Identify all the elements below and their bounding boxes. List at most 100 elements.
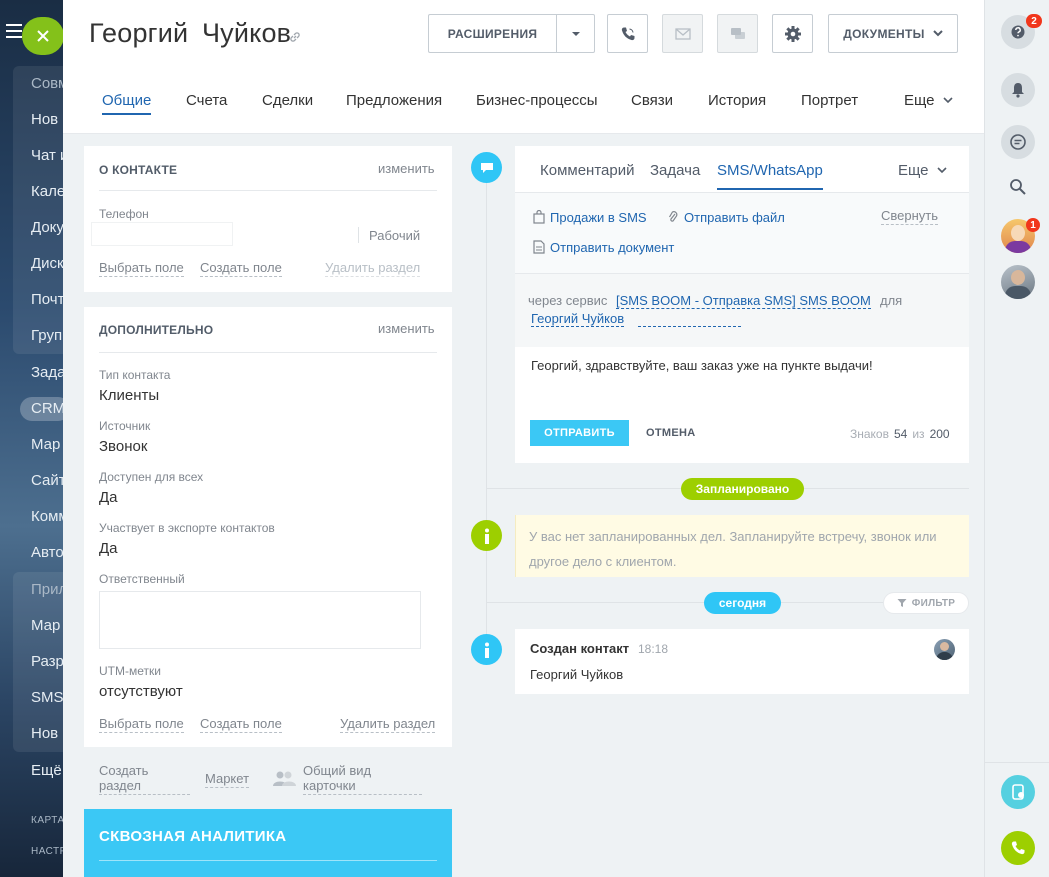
analytics-title: СКВОЗНАЯ АНАЛИТИКА (99, 828, 287, 845)
link-icon[interactable] (289, 31, 301, 43)
divider (358, 227, 359, 243)
send-file-link[interactable]: Отправить файл (684, 210, 785, 225)
menu-item[interactable]: Зада (31, 364, 63, 381)
tab-more[interactable]: Еще (904, 92, 953, 109)
editor-tab-comment[interactable]: Комментарий (540, 162, 634, 179)
menu-settings-link[interactable]: НАСТР (31, 846, 63, 857)
help-badge: 2 (1026, 14, 1042, 28)
extensions-button[interactable]: РАСШИРЕНИЯ (428, 14, 556, 53)
menu-item[interactable]: Нов (31, 725, 58, 742)
create-section-link[interactable]: Создать раздел (99, 763, 190, 795)
contact-avatar-2[interactable] (1001, 265, 1035, 299)
editor-tab-task[interactable]: Задача (650, 162, 700, 179)
event-author-avatar[interactable] (934, 639, 955, 660)
chat-button[interactable] (717, 14, 758, 53)
create-field-link[interactable]: Создать поле (200, 716, 282, 733)
menu-item[interactable]: Мар (31, 436, 60, 453)
editor-tab-sms[interactable]: SMS/WhatsApp (717, 162, 823, 190)
phone-value-field[interactable] (91, 222, 233, 246)
about-contact-edit-link[interactable]: изменить (378, 161, 435, 176)
tab-relations[interactable]: Связи (631, 92, 673, 109)
select-field-link[interactable]: Выбрать поле (99, 260, 184, 277)
char-counter-value: 54 (893, 427, 908, 441)
contact-name: Георгий Чуйков (89, 18, 292, 48)
menu-item[interactable]: Мар (31, 617, 60, 634)
burger-menu-icon[interactable] (6, 24, 22, 38)
tab-portrait[interactable]: Портрет (801, 92, 858, 109)
menu-item[interactable]: Разр (31, 653, 63, 670)
menu-item[interactable]: Почт (31, 291, 63, 308)
general-view-link[interactable]: Общий вид карточки (303, 763, 422, 795)
info-icon (484, 642, 489, 658)
menu-item[interactable]: Комм (31, 508, 63, 525)
market-link[interactable]: Маркет (205, 771, 250, 788)
tab-general[interactable]: Общие (102, 92, 152, 115)
collapse-link[interactable]: Свернуть (881, 208, 939, 225)
editor-tab-more-label: Еще (898, 162, 929, 179)
tab-invoices[interactable]: Счета (186, 92, 227, 109)
telephony-button[interactable] (1001, 831, 1035, 865)
cancel-button[interactable]: ОТМЕНА (646, 427, 695, 439)
menu-item[interactable]: Доку (31, 219, 63, 236)
utm-label: UTM-метки (99, 664, 161, 678)
sms-message-textarea[interactable]: Георгий, здравствуйте, ваш заказ уже на … (531, 358, 951, 373)
tab-deals[interactable]: Сделки (262, 92, 313, 109)
phone-type: Рабочий (369, 228, 421, 243)
menu-map-link[interactable]: КАРТА (31, 815, 63, 826)
filter-icon (897, 599, 907, 607)
documents-label: ДОКУМЕНТЫ (843, 26, 925, 41)
menu-item[interactable]: Диск (31, 255, 63, 272)
tab-business-processes[interactable]: Бизнес-процессы (476, 92, 598, 109)
extensions-dropdown-button[interactable] (556, 14, 595, 53)
recipient-selector[interactable]: Георгий Чуйков (531, 311, 625, 327)
paperclip-icon (668, 211, 678, 222)
open-lines-button[interactable] (1001, 125, 1035, 159)
delete-section-link[interactable]: Удалить раздел (325, 260, 421, 277)
additional-edit-link[interactable]: изменить (378, 321, 435, 336)
send-button[interactable]: ОТПРАВИТЬ (530, 420, 629, 446)
sales-in-sms-link[interactable]: Продажи в SMS (550, 210, 647, 225)
notifications-button[interactable] (1001, 73, 1035, 107)
menu-item[interactable]: SMS (31, 689, 63, 706)
select-field-link[interactable]: Выбрать поле (99, 716, 184, 733)
menu-item[interactable]: Авто (31, 544, 63, 561)
sms-service-selector[interactable]: [SMS BOOM - Отправка SMS] SMS BOOM (616, 293, 871, 309)
about-contact-title: О КОНТАКТЕ (99, 163, 178, 177)
menu-item[interactable]: Сайт (31, 472, 63, 489)
phone-number-selector[interactable] (638, 326, 741, 327)
documents-button[interactable]: ДОКУМЕНТЫ (828, 14, 958, 53)
planned-notice-text: У вас нет запланированных дел. Запланиру… (529, 529, 937, 569)
menu-item-more[interactable]: Ещё (31, 762, 62, 779)
menu-item[interactable]: Кале (31, 183, 63, 200)
menu-item[interactable]: Груп (31, 327, 62, 344)
tab-quotes[interactable]: Предложения (346, 92, 442, 109)
menu-item[interactable]: Прил (31, 581, 63, 598)
tab-history[interactable]: История (708, 92, 766, 109)
event-time: 18:18 (638, 642, 669, 656)
event-card (515, 629, 969, 694)
search-button[interactable] (1001, 170, 1035, 204)
char-counter-max: 200 (929, 427, 950, 441)
avatar-badge: 1 (1026, 218, 1040, 232)
responsible-field[interactable] (99, 591, 421, 649)
menu-item-crm[interactable]: CRM (31, 400, 63, 417)
menu-item[interactable]: Совм (31, 75, 63, 92)
menu-item[interactable]: Чат и (31, 147, 63, 164)
field-value: Клиенты (99, 387, 160, 404)
additional-title: ДОПОЛНИТЕЛЬНО (99, 323, 214, 337)
editor-tab-more[interactable]: Еще (898, 162, 947, 179)
close-icon (37, 30, 49, 42)
email-button[interactable] (662, 14, 703, 53)
menu-item[interactable]: Нов (31, 111, 58, 128)
call-button[interactable] (607, 14, 648, 53)
close-slider-button[interactable] (22, 17, 64, 55)
delete-section-link[interactable]: Удалить раздел (340, 716, 436, 733)
send-document-link[interactable]: Отправить документ (550, 240, 674, 255)
responsible-label: Ответственный (99, 572, 185, 586)
create-field-link[interactable]: Создать поле (200, 260, 282, 277)
utm-value: отсутствуют (99, 683, 183, 700)
contact-center-button[interactable] (1001, 775, 1035, 809)
filter-button[interactable]: ФИЛЬТР (883, 592, 969, 614)
field-label: Участвует в экспорте контактов (99, 521, 275, 535)
settings-button[interactable] (772, 14, 813, 53)
